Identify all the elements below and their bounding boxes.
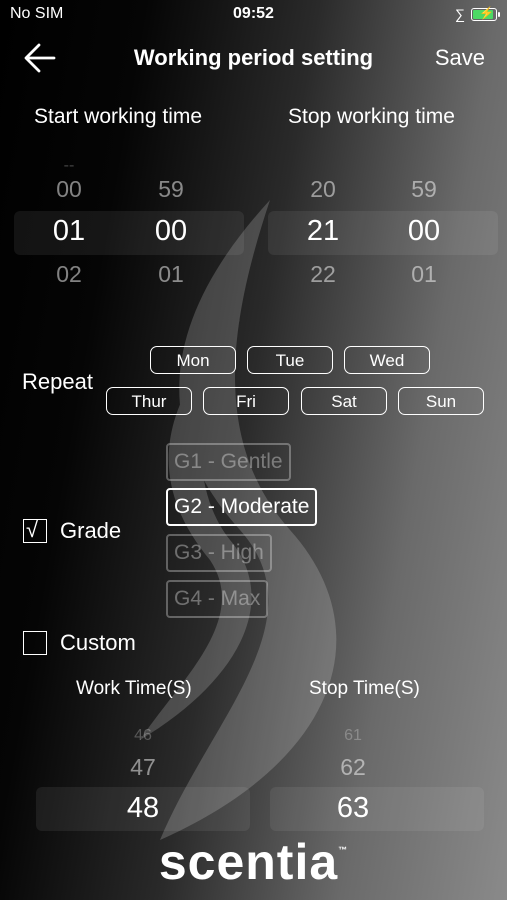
picker-value-selected: 01	[52, 215, 86, 247]
picker-value: 59	[158, 176, 184, 202]
work-time-label: Work Time(S)	[76, 678, 192, 699]
picker-value-selected: 00	[154, 215, 188, 247]
picker-value: 22	[310, 261, 336, 287]
day-mon-button[interactable]: Mon	[150, 346, 236, 374]
picker-value-faded: 46	[134, 727, 152, 744]
picker-value-faded: 61	[344, 727, 362, 744]
picker-value: 02	[56, 261, 82, 287]
picker-value: 01	[158, 261, 184, 287]
status-icons: ∑ ⚡	[455, 5, 500, 22]
day-fri-button[interactable]: Fri	[203, 387, 289, 415]
custom-label: Custom	[60, 630, 136, 655]
grade-g3-button[interactable]: G3 - High	[166, 534, 272, 572]
picker-value: 00	[56, 176, 82, 202]
clock: 09:52	[233, 5, 274, 22]
day-sat-button[interactable]: Sat	[301, 387, 387, 415]
repeat-label: Repeat	[22, 369, 93, 394]
picker-value: 62	[340, 754, 366, 780]
stop-time-sec-label: Stop Time(S)	[309, 678, 420, 699]
picker-value-selected: 63	[336, 792, 370, 824]
custom-checkbox[interactable]	[23, 631, 47, 655]
grade-g1-button[interactable]: G1 - Gentle	[166, 443, 291, 481]
grade-checkbox[interactable]: √	[23, 517, 47, 543]
picker-value-selected: 00	[407, 215, 441, 247]
charging-bolt-icon: ⚡	[479, 5, 494, 20]
day-tue-button[interactable]: Tue	[247, 346, 333, 374]
picker-value: 20	[310, 176, 336, 202]
picker-value-faded: ‑‑	[63, 157, 75, 174]
day-thur-button[interactable]: Thur	[106, 387, 192, 415]
grade-label: Grade	[60, 518, 122, 543]
picker-value: 47	[130, 754, 156, 780]
start-time-label: Start working time	[34, 105, 203, 128]
picker-value: 01	[411, 261, 437, 287]
battery-charging-icon: ⚡	[471, 5, 500, 21]
picker-value: 59	[411, 176, 437, 202]
picker-value-selected: 21	[306, 215, 340, 247]
save-button[interactable]: Save	[435, 45, 485, 71]
grade-g2-button[interactable]: G2 - Moderate	[166, 488, 318, 526]
page-title: Working period setting	[133, 45, 374, 70]
day-wed-button[interactable]: Wed	[344, 346, 430, 374]
brand-logo: scentia™	[0, 833, 507, 891]
picker-value-selected: 48	[126, 792, 160, 824]
day-sun-button[interactable]: Sun	[398, 387, 484, 415]
check-mark-icon: √	[26, 517, 39, 542]
bluetooth-icon: ∑	[455, 6, 465, 22]
brand-name: scentia	[158, 834, 339, 890]
grade-g4-button[interactable]: G4 - Max	[166, 580, 269, 618]
stop-time-label: Stop working time	[288, 105, 455, 128]
trademark-symbol: ™	[338, 845, 349, 855]
